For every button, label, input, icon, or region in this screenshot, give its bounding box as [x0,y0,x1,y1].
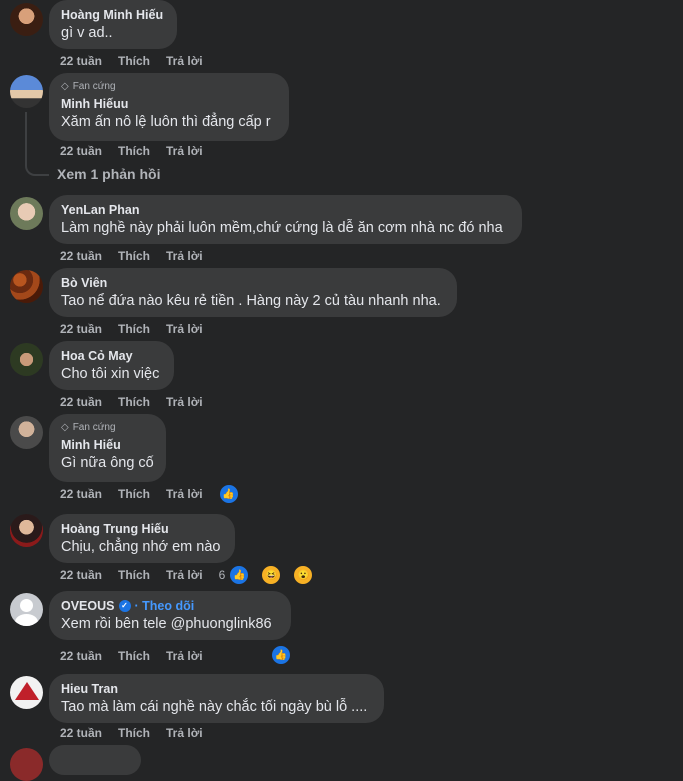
timestamp[interactable]: 22 tuần [60,54,102,68]
avatar[interactable] [10,343,43,376]
thread-connector [25,112,49,176]
comment-actions: 22 tuần Thích Trả lời [60,53,219,69]
comment-text: Xăm ấn nô lệ luôn thì đẳng cấp r [61,114,271,130]
reply-button[interactable]: Trả lời [166,726,203,740]
comment-bubble: OVEOUS ✓ · Theo dõi Xem rồi bên tele @ph… [49,591,291,640]
thumbs-up-icon[interactable]: 👍 [218,484,239,504]
comment-author[interactable]: OVEOUS [61,598,115,614]
thumbs-up-icon: 👍 [229,565,250,585]
timestamp[interactable]: 22 tuần [60,568,102,582]
avatar[interactable] [10,593,43,626]
comment-actions: 22 tuần Thích Trả lời [60,143,219,159]
comment-text: Tao nể đứa nào kêu rẻ tiền . Hàng này 2 … [61,293,441,309]
comment-bubble: Hoàng Minh Hiếu gì v ad.. [49,0,177,49]
like-button[interactable]: Thích [118,568,150,582]
diamond-icon: ◇ [61,80,69,92]
wow-emoji-icon: 😮 [293,565,314,585]
comment-bubble: Hieu Tran Tao mà làm cái nghề này chắc t… [49,674,384,723]
reaction-summary[interactable]: 6 👍 😆 😮 [219,565,330,585]
comment-actions: 22 tuần Thích Trả lời 6 👍 😆 😮 [60,565,330,585]
reply-button[interactable]: Trả lời [166,568,203,582]
reply-button[interactable]: Trả lời [166,322,203,336]
avatar[interactable] [10,676,43,709]
comment-text: Tao mà làm cái nghề này chắc tối ngày bù… [61,699,368,715]
comment-actions: 22 tuần Thích Trả lời [60,394,219,410]
timestamp[interactable]: 22 tuần [60,322,102,336]
comment-actions: 22 tuần Thích Trả lời [60,248,219,264]
like-button[interactable]: Thích [118,54,150,68]
reply-button[interactable]: Trả lời [166,487,203,501]
comment-author[interactable]: Hieu Tran [61,681,372,697]
avatar[interactable] [10,270,43,303]
comment-author[interactable]: Minh Hiếu [61,437,154,453]
default-avatar-icon [20,599,33,612]
like-button[interactable]: Thích [118,726,150,740]
comment-author[interactable]: Bò Viên [61,275,445,291]
comment-author[interactable]: YenLan Phan [61,202,510,218]
comment-bubble: YenLan Phan Làm nghề này phải luôn mềm,c… [49,195,522,244]
comment-bubble: ◇ Fan cứng Minh Hiếuu Xăm ấn nô lệ luôn … [49,73,289,141]
comment-text: gì v ad.. [61,25,113,41]
comment-text: Chịu, chẳng nhớ em nào [61,539,221,555]
timestamp[interactable]: 22 tuần [60,726,102,740]
comment-actions: 22 tuần Thích Trả lời [60,321,219,337]
reply-button[interactable]: Trả lời [166,395,203,409]
avatar[interactable] [10,514,43,547]
like-button[interactable]: Thích [118,249,150,263]
comment-author[interactable]: Hoàng Trung Hiếu [61,521,223,537]
like-button[interactable]: Thích [118,395,150,409]
like-button[interactable]: Thích [118,322,150,336]
avatar[interactable] [10,197,43,230]
timestamp[interactable]: 22 tuần [60,487,102,501]
verified-check-icon: ✓ [118,600,131,612]
reply-button[interactable]: Trả lời [166,249,203,263]
reaction-count: 6 [218,568,226,582]
timestamp[interactable]: 22 tuần [60,144,102,158]
comment-bubble [49,745,141,775]
timestamp[interactable]: 22 tuần [60,249,102,263]
fan-badge: ◇ Fan cứng [61,80,116,92]
see-replies-link[interactable]: Xem 1 phản hồi [57,166,160,182]
comment-author[interactable]: Hoàng Minh Hiếu [61,7,165,23]
like-button[interactable]: Thích [118,144,150,158]
comment-bubble: Hoa Cỏ May Cho tôi xin việc [49,341,174,390]
logo-icon [15,682,39,700]
thumbs-up-icon[interactable]: 👍 [271,645,291,665]
follow-link[interactable]: · Theo dõi [135,598,195,614]
avatar[interactable] [10,3,43,36]
comment-author[interactable]: Hoa Cỏ May [61,348,162,364]
comment-text: Cho tôi xin việc [61,366,160,382]
reply-button[interactable]: Trả lời [166,54,203,68]
reply-button[interactable]: Trả lời [166,649,203,663]
comment-actions: 22 tuần Thích Trả lời [60,725,219,741]
comment-bubble: ◇ Fan cứng Minh Hiếu Gì nữa ông cố [49,414,166,482]
comment-bubble: Bò Viên Tao nể đứa nào kêu rẻ tiền . Hàn… [49,268,457,317]
comment-actions: 22 tuần Thích Trả lời [60,648,219,664]
comment-text: Làm nghề này phải luôn mềm,chứ cứng là d… [61,220,503,236]
timestamp[interactable]: 22 tuần [60,395,102,409]
avatar[interactable] [10,416,43,449]
avatar[interactable] [10,748,43,781]
laughing-emoji-icon: 😆 [261,565,282,585]
like-button[interactable]: Thích [118,649,150,663]
like-button[interactable]: Thích [118,487,150,501]
diamond-icon: ◇ [61,421,69,433]
comment-text: Xem rồi bên tele @phuonglink86 [61,616,272,632]
avatar[interactable] [10,75,43,108]
reply-button[interactable]: Trả lời [166,144,203,158]
comment-author[interactable]: Minh Hiếuu [61,96,277,112]
comment-text: Gì nữa ông cố [61,455,154,471]
fan-badge: ◇ Fan cứng [61,421,116,433]
comment-actions: 22 tuần Thích Trả lời 👍 [60,484,239,504]
comment-bubble: Hoàng Trung Hiếu Chịu, chẳng nhớ em nào [49,514,235,563]
timestamp[interactable]: 22 tuần [60,649,102,663]
